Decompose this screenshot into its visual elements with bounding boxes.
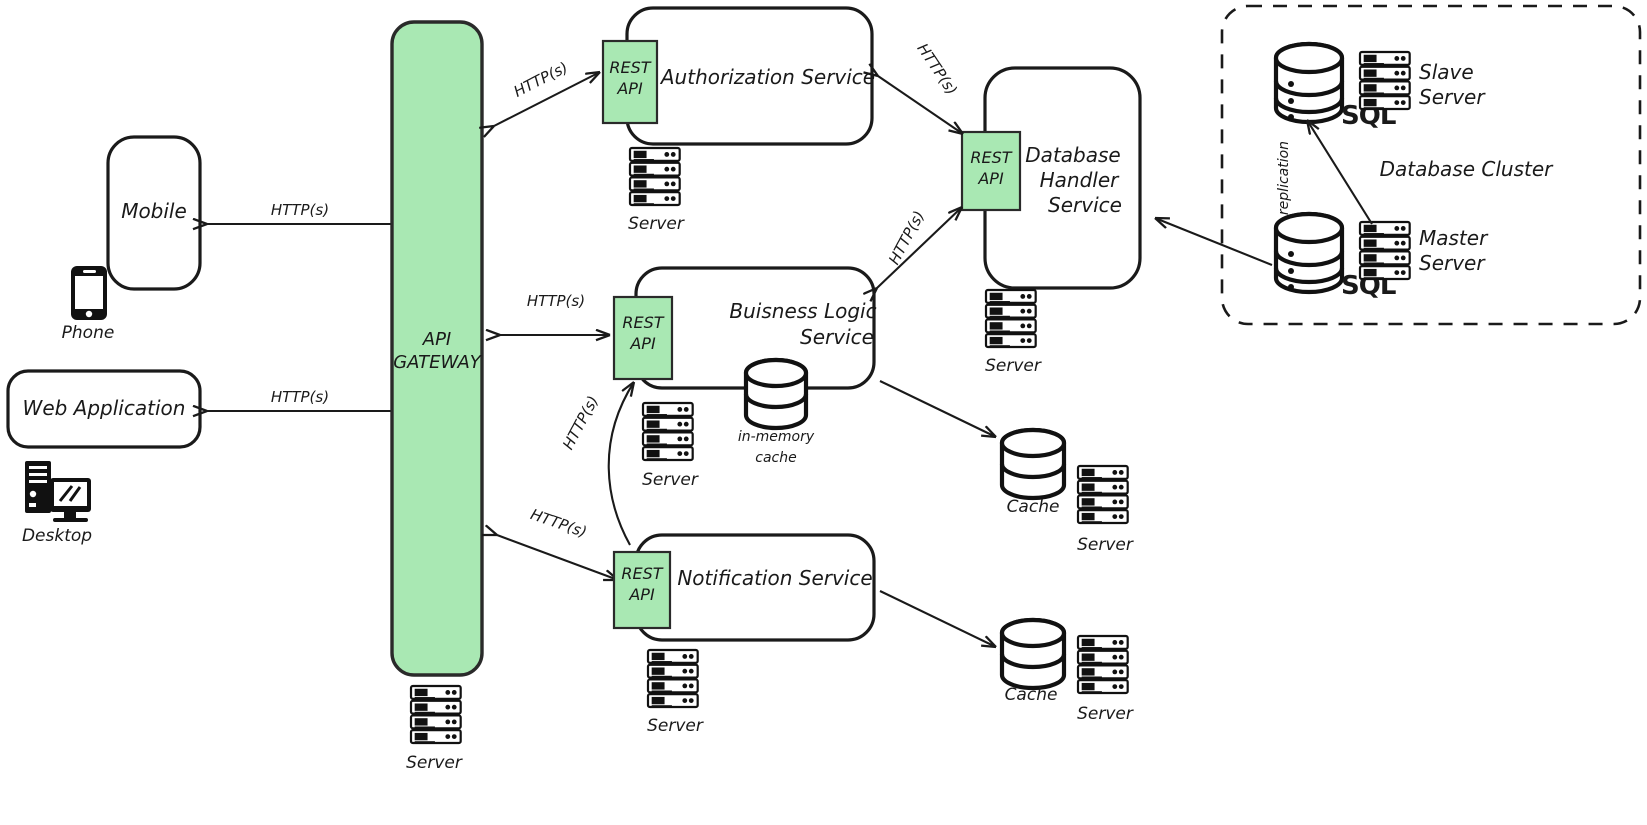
edge-notification-cache-lower (879, 590, 996, 647)
database-cluster-label: Database Cluster (1380, 157, 1555, 181)
service-business-logic-server-icon (641, 401, 694, 462)
edge-web-gateway-label: HTTP(s) (271, 388, 329, 406)
in-memory-cache-label-line1: in-memory (738, 429, 815, 445)
in-memory-cache-icon (743, 357, 809, 431)
slave-server-icon (1358, 50, 1411, 111)
edge-gateway-business-logic-label: HTTP(s) (527, 292, 585, 310)
edge-notification-business-logic-label: HTTP(s) (559, 393, 602, 453)
service-authorization-rest-api-line1: REST (609, 58, 651, 77)
service-authorization-rest-api-line2: API (616, 79, 643, 98)
slave-database-cylinder-icon (1273, 41, 1345, 125)
in-memory-cache-label-line2: cache (755, 450, 796, 466)
master-server-role-line1: Master (1419, 226, 1489, 250)
cache-lower-label: Cache (1005, 685, 1058, 705)
edge-gateway-notification-label: HTTP(s) (528, 505, 589, 541)
edge-master-slave-replication (1307, 120, 1373, 225)
service-notification-rest-api-line1: REST (621, 564, 663, 583)
service-authorization-server-icon (628, 146, 681, 207)
service-notification-server-icon (646, 648, 699, 709)
master-server-icon (1358, 220, 1411, 281)
slave-server-role-line2: Server (1419, 85, 1486, 109)
cache-upper-server-label: Server (1077, 535, 1134, 555)
service-business-logic-rest-api-line1: REST (622, 313, 664, 332)
service-business-logic-label-line2: Service (800, 325, 874, 349)
service-database-handler-rest-api-line2: API (977, 169, 1004, 188)
edge-notification-business-logic (607, 382, 634, 546)
service-notification-rest-api-line2: API (628, 585, 655, 604)
service-business-logic-rest-api-line2: API (629, 334, 656, 353)
cache-upper-server-icon (1076, 464, 1129, 525)
cache-upper-label: Cache (1007, 497, 1060, 517)
api-gateway-label-line1: API (422, 329, 451, 350)
cache-upper-icon (999, 427, 1067, 501)
phone-icon (71, 266, 107, 320)
client-desktop-label: Desktop (22, 526, 92, 546)
cache-lower-icon (999, 617, 1067, 691)
client-web-application-label: Web Application (23, 396, 186, 420)
client-phone-label: Phone (62, 323, 115, 343)
service-notification-label: Notification Service (677, 566, 872, 590)
master-server-role-line2: Server (1419, 251, 1486, 275)
edge-database-handler-cache-upper (879, 380, 996, 437)
cache-lower-server-icon (1076, 634, 1129, 695)
service-database-handler-rest-api-line1: REST (970, 148, 1012, 167)
service-business-logic-server-label: Server (642, 470, 699, 490)
slave-server-role-line1: Slave (1419, 60, 1474, 84)
client-mobile-label: Mobile (121, 199, 187, 223)
service-authorization-server-label: Server (628, 214, 685, 234)
cache-lower-server-label: Server (1077, 704, 1134, 724)
service-authorization-label: Authorization Service (659, 65, 875, 89)
gateway-server-icon (409, 684, 462, 745)
api-gateway-label-line2: GATEWAY (393, 352, 483, 373)
edge-authorization-database-handler-label: HTTP(s) (913, 40, 960, 98)
service-database-handler-server-label: Server (985, 356, 1042, 376)
master-database-cylinder-icon (1273, 211, 1345, 295)
edge-gateway-authorization-label: HTTP(s) (511, 58, 571, 100)
service-notification-server-label: Server (647, 716, 704, 736)
service-database-handler-label-line2: Handler (1040, 168, 1121, 192)
service-business-logic-label-line1: Buisness Logic (729, 299, 876, 323)
edge-gateway-notification (497, 535, 618, 580)
desktop-computer-icon (25, 461, 91, 522)
edge-master-slave-replication-label: replication (1276, 141, 1292, 215)
edge-mobile-gateway-label: HTTP(s) (271, 201, 329, 219)
gateway-server-label: Server (406, 753, 463, 773)
service-database-handler-server-icon (984, 288, 1037, 349)
architecture-diagram-canvas: Mobile Phone Web Application Desktop HTT… (0, 0, 1647, 825)
service-database-handler-label-line1: Database (1025, 143, 1120, 167)
edge-master-database-handler (1155, 218, 1273, 266)
service-database-handler-label-line3: Service (1048, 193, 1122, 217)
